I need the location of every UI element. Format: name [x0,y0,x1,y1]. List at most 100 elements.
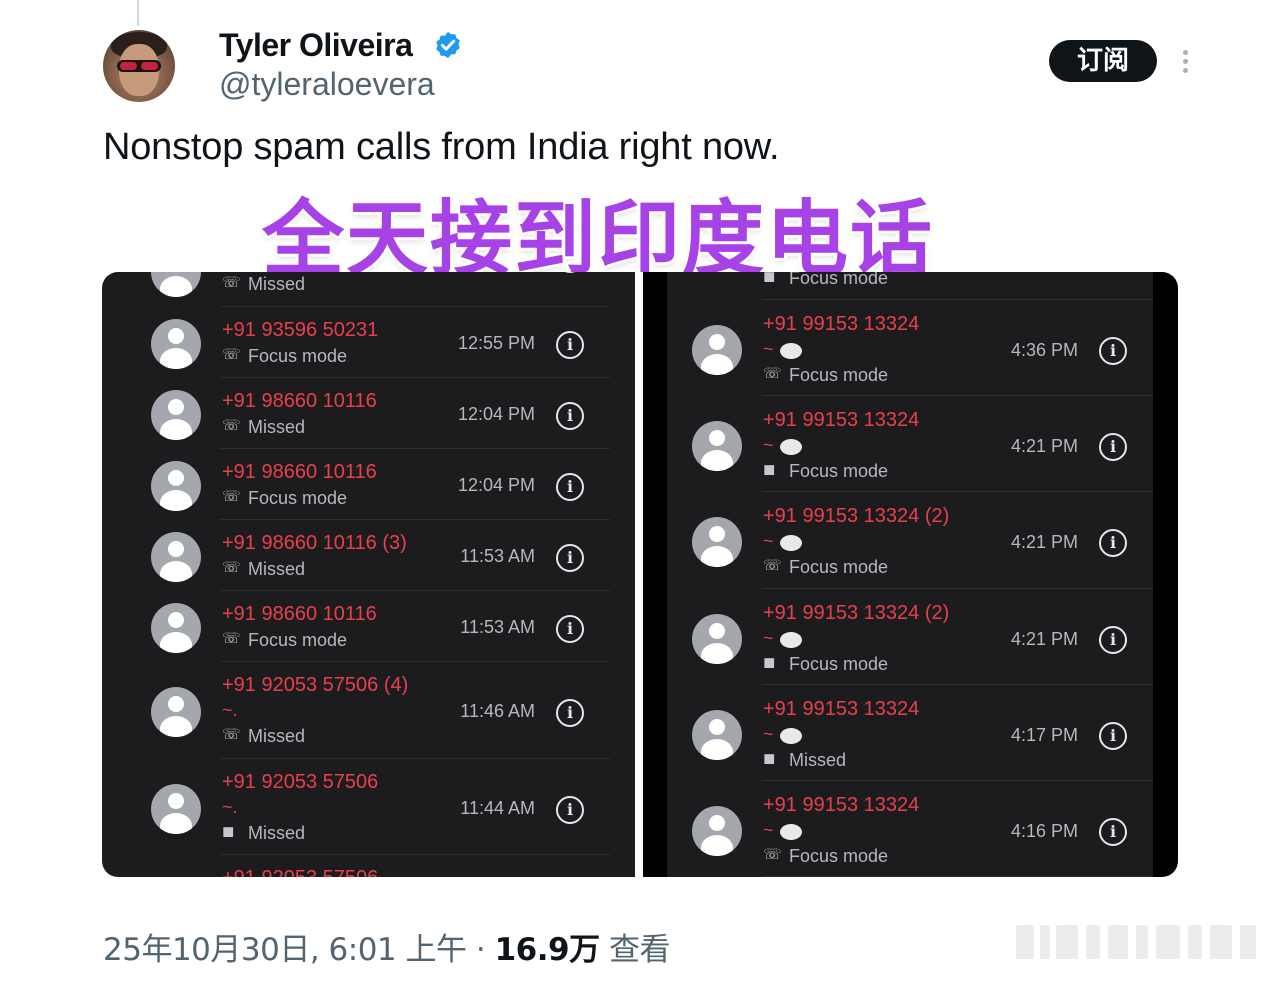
author-name[interactable]: Tyler Oliveira [219,27,413,64]
contact-avatar-icon [151,272,201,297]
call-row[interactable]: +91 99153 13324 ~ ◼ Focus mode 4:21 PM i [667,396,1153,492]
info-icon[interactable]: i [556,615,584,643]
caller-number: +91 99153 13324 [763,794,920,816]
call-row[interactable]: +91 99153 13324 ~ ☏ Focus mode 4:16 PM i [667,781,1153,877]
call-row[interactable]: ◼Focus modei [667,272,1153,300]
call-type: Missed [248,274,306,294]
info-icon[interactable]: i [556,272,584,273]
caller-name: ~ [763,339,774,359]
call-time: 4:36 PM [1010,340,1078,360]
info-icon[interactable]: i [1099,626,1127,654]
phone-missed-icon: ☏ [222,559,241,576]
call-row[interactable]: +91 99153 13324 ~ ◼ Missed 4:17 PM i [667,685,1153,781]
info-icon[interactable]: i [556,331,584,359]
call-log-left: ☏Missed12:56 PMi+91 93596 50231☏Focus mo… [102,272,635,877]
call-row[interactable]: ☏Missed12:56 PMi [126,272,610,307]
caller-number: +91 99153 13324 (2) [763,505,950,527]
caller-name: ~ [763,628,774,648]
subscribe-button[interactable]: 订阅 [1049,40,1157,82]
phone-missed-icon: ☏ [222,488,241,505]
call-type: Focus mode [789,557,889,577]
call-time: 4:17 PM [1010,725,1078,745]
call-row[interactable]: +91 98660 10116 ☏ Missed 12:04 PM i [126,378,610,449]
caller-number: +91 98660 10116 [222,390,377,412]
phone-missed-icon: ☏ [222,630,241,647]
phone-missed-icon: ☏ [222,274,241,291]
call-time: 12:04 PM [457,475,535,495]
video-missed-icon: ◼ [222,823,235,840]
call-type: Focus mode [248,488,348,508]
contact-avatar-icon [151,687,201,737]
thread-line [137,0,139,26]
call-row[interactable]: +91 99153 13324 (2) ~ ◼ Focus mode 4:21 PM i [667,589,1153,685]
call-type: Missed [248,726,306,746]
caller-number: +91 98660 10116 (3) [222,532,407,554]
call-row[interactable]: +91 99153 13324 (2) ~ ☏ Focus mode 4:21 PM i [667,492,1153,589]
call-time: 4:21 PM [1010,629,1078,649]
memoji-icon [780,728,802,744]
tweet-media[interactable]: ☏Missed12:56 PMi+91 93596 50231☏Focus mo… [102,272,1178,877]
caller-number: +91 99153 13324 [763,409,920,431]
call-row[interactable]: +91 92053 57506 ~. ◼ Missed 11:44 AM i [126,759,610,855]
memoji-icon [780,535,802,551]
call-time: 4:21 PM [1010,436,1078,456]
video-missed-icon: ◼ [763,272,776,285]
info-icon[interactable]: i [1099,722,1127,750]
caller-name: ~. [222,700,238,720]
info-icon[interactable]: i [1099,818,1127,846]
call-row[interactable]: +91 98660 10116 (3) ☏ Missed 11:53 AM i [126,520,610,591]
call-row[interactable]: +91 92053 57506 (4) ~. ☏ Missed 11:46 AM i [126,662,610,759]
phone-missed-icon: ☏ [763,557,782,574]
call-time: 11:46 AM [460,701,535,721]
caller-number: +91 92053 57506 [222,867,378,877]
info-icon[interactable]: i [556,402,584,430]
contact-avatar-icon [151,461,201,511]
author-avatar[interactable] [103,30,175,102]
info-icon[interactable]: i [1099,529,1127,557]
caller-name: ~ [763,435,774,455]
contact-avatar-icon [151,319,201,369]
video-missed-icon: ◼ [763,750,776,767]
call-time: 12:55 PM [457,333,535,353]
contact-avatar-icon [692,517,742,567]
caller-name: ~. [222,797,238,817]
memoji-icon [780,439,802,455]
phone-missed-icon: ☏ [763,365,782,382]
caller-number: +91 99153 13324 [763,698,920,720]
caller-name: ~ [763,820,774,840]
call-row[interactable]: +91 98660 10116 ☏ Focus mode 11:53 AM i [126,591,610,662]
info-icon[interactable]: i [556,473,584,501]
call-row[interactable]: +91 93596 50231 ☏ Focus mode 12:55 PM i [126,307,610,378]
call-time: 11:44 AM [460,798,535,818]
views-label: 查看 [608,932,671,968]
call-type: Focus mode [789,654,889,674]
call-type: Missed [248,417,306,437]
contact-avatar-icon [692,421,742,471]
call-type: Focus mode [248,630,348,650]
call-row[interactable]: +91 98660 10116 ☏ Focus mode 12:04 PM i [126,449,610,520]
more-dots-icon[interactable] [1176,46,1194,76]
call-row[interactable]: +91 92053 57506 [126,855,610,877]
author-handle[interactable]: @tyleraloevera [219,66,435,103]
info-icon[interactable]: i [1099,337,1127,365]
contact-avatar-icon [692,806,742,856]
call-log-right: ◼ Focus mode i +91 99153 13324 ~ ☏ Focus mode 4… [643,272,1178,877]
info-icon[interactable]: i [556,796,584,824]
caller-number: +91 98660 10116 [222,461,377,483]
phone-missed-icon: ☏ [222,417,241,434]
call-row[interactable]: +91 99153 13324 ~ ☏ Focus mode 4:36 PM i [667,300,1153,396]
call-type: Focus mode [248,346,348,366]
info-icon[interactable]: i [1099,433,1127,461]
contact-avatar-icon [692,710,742,760]
call-type: Missed [248,823,306,843]
caller-number: +91 98660 10116 [222,603,377,625]
caller-name: ~ [763,724,774,744]
call-time: 11:53 AM [460,546,535,566]
contact-avatar-icon [692,614,742,664]
info-icon[interactable]: i [556,699,584,727]
info-icon[interactable]: i [556,544,584,572]
tweet-datetime[interactable]: 25年10月30日, 6:01 上午 [103,932,467,968]
phone-missed-icon: ☏ [222,726,241,743]
watermark [1016,925,1256,959]
caller-number: +91 93596 50231 [222,319,379,341]
